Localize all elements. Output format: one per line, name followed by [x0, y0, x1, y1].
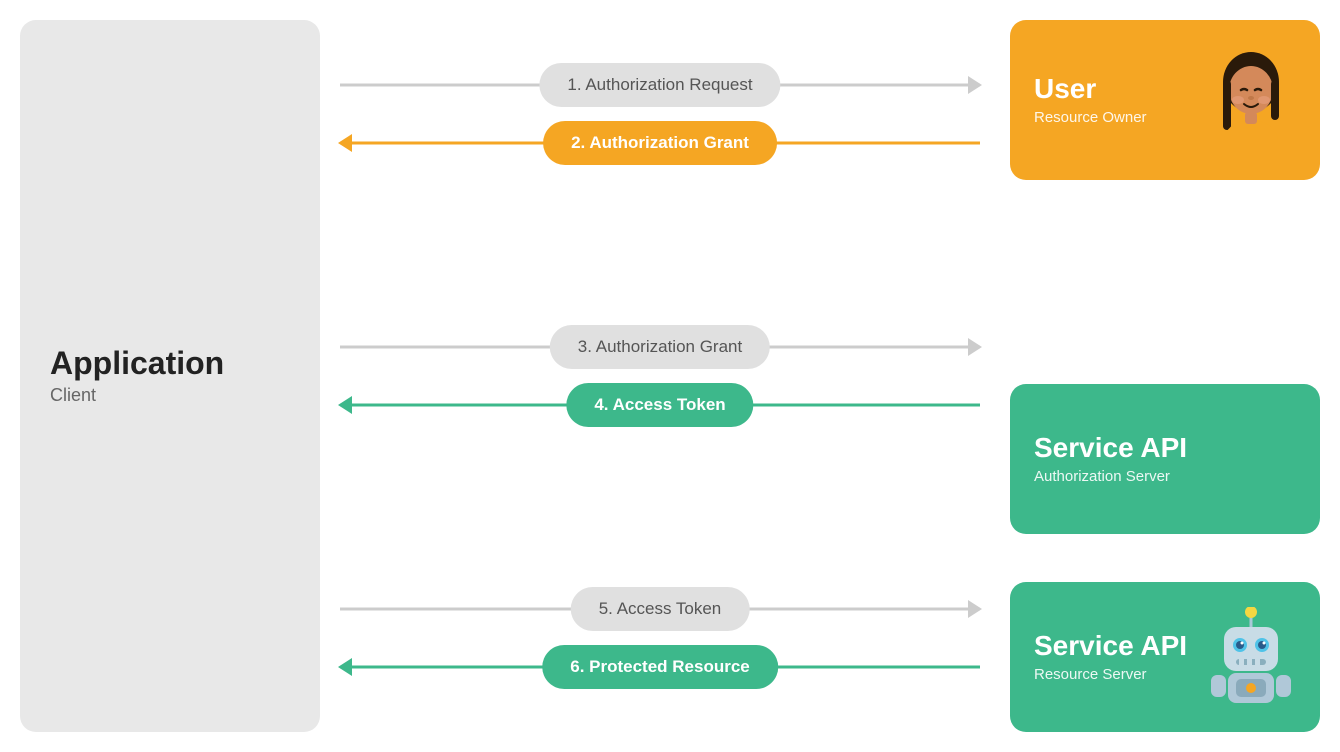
card-auth-server-title: Service API — [1034, 433, 1296, 464]
cards-spacer-2 — [1010, 550, 1320, 566]
diagram-container: Application Client 1. Authorization Requ… — [0, 0, 1340, 752]
arrow-1-head — [968, 76, 982, 94]
section-gap-2 — [340, 492, 980, 522]
user-avatar-icon — [1206, 50, 1296, 150]
card-user-text: User Resource Owner — [1034, 74, 1196, 126]
flow-area: 1. Authorization Request 2. Authorizatio… — [320, 0, 1000, 752]
arrow-2-wrapper: 2. Authorization Grant — [340, 121, 980, 165]
arrow-1-wrapper: 1. Authorization Request — [340, 63, 980, 107]
card-auth-server: Service API Authorization Server — [1010, 384, 1320, 534]
arrow-5-pill: 5. Access Token — [571, 587, 750, 631]
right-panels: User Resource Owner — [1000, 0, 1340, 752]
card-resource-server: Service API Resource Server — [1010, 582, 1320, 732]
card-resource-server-title: Service API — [1034, 631, 1196, 662]
cards-spacer-1 — [1010, 196, 1320, 368]
flow-section-2: 3. Authorization Grant 4. Access Token — [340, 325, 980, 427]
client-subtitle: Client — [50, 385, 96, 406]
arrow-5-head — [968, 600, 982, 618]
section-gap-1 — [340, 230, 980, 260]
client-panel: Application Client — [20, 20, 320, 732]
arrow-1-pill: 1. Authorization Request — [539, 63, 780, 107]
card-auth-server-subtitle: Authorization Server — [1034, 468, 1296, 485]
robot-avatar-icon — [1206, 607, 1296, 707]
card-auth-server-text: Service API Authorization Server — [1034, 433, 1296, 485]
card-user-title: User — [1034, 74, 1196, 105]
client-title: Application — [50, 346, 224, 381]
arrow-3-pill: 3. Authorization Grant — [550, 325, 770, 369]
arrow-4-pill: 4. Access Token — [566, 383, 753, 427]
card-resource-server-text: Service API Resource Server — [1034, 631, 1196, 683]
arrow-4-head — [338, 396, 352, 414]
card-resource-server-subtitle: Resource Server — [1034, 666, 1196, 683]
arrow-3-wrapper: 3. Authorization Grant — [340, 325, 980, 369]
arrow-6-wrapper: 6. Protected Resource — [340, 645, 980, 689]
flow-section-1: 1. Authorization Request 2. Authorizatio… — [340, 63, 980, 165]
arrow-6-pill: 6. Protected Resource — [542, 645, 778, 689]
arrow-2-pill: 2. Authorization Grant — [543, 121, 777, 165]
arrow-6-head — [338, 658, 352, 676]
arrow-4-wrapper: 4. Access Token — [340, 383, 980, 427]
arrow-5-wrapper: 5. Access Token — [340, 587, 980, 631]
arrow-2-head — [338, 134, 352, 152]
arrow-3-head — [968, 338, 982, 356]
card-user: User Resource Owner — [1010, 20, 1320, 180]
flow-section-3: 5. Access Token 6. Protected Resource — [340, 587, 980, 689]
card-user-subtitle: Resource Owner — [1034, 109, 1196, 126]
